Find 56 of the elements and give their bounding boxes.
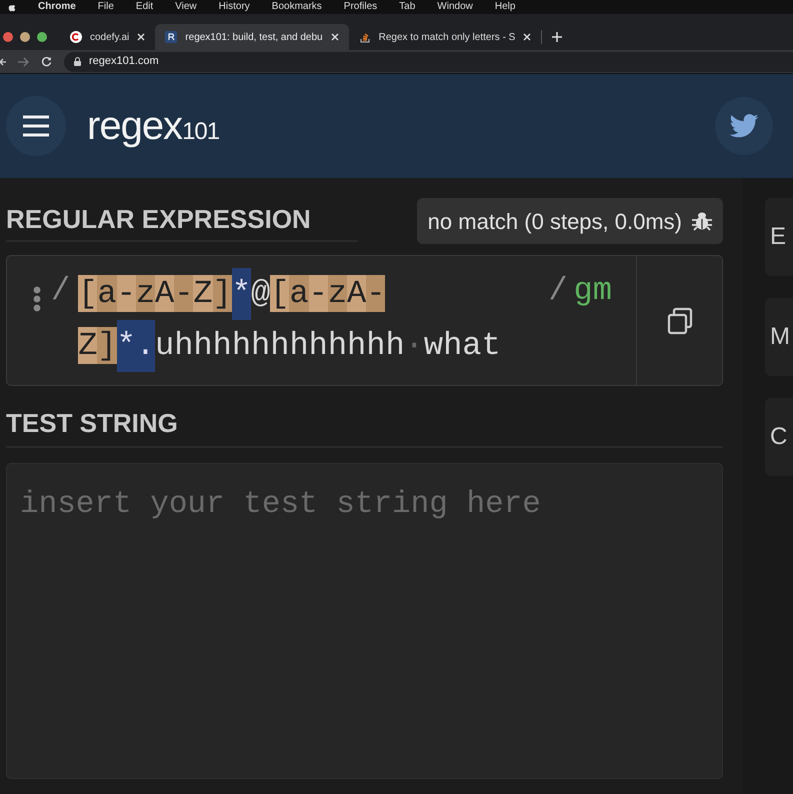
quantifier-token: * <box>232 268 252 320</box>
lock-icon <box>74 57 81 66</box>
menu-item[interactable]: Edit <box>136 2 154 12</box>
menu-item[interactable]: Window <box>437 2 473 12</box>
browser-tab[interactable]: regex101: build, test, and debu <box>155 24 349 50</box>
reload-icon[interactable] <box>41 56 52 67</box>
browser-tab[interactable]: codefy.ai <box>60 24 156 50</box>
copy-icon[interactable] <box>666 306 692 334</box>
url-text: regex101.com <box>89 54 159 70</box>
status-text: no match (0 steps, 0.0ms) <box>428 208 682 236</box>
site-logo[interactable]: regex101 <box>87 96 220 156</box>
menu-item[interactable]: History <box>218 2 250 12</box>
menu-item[interactable]: Tab <box>399 2 416 12</box>
menu-icon <box>23 115 49 137</box>
browser-tab[interactable]: Regex to match only letters - S <box>348 24 542 50</box>
regex-editor[interactable]: / [a-zA-Z]*@[a-zA- Z]*.uhhhhhhhhhhhh·what / gm <box>6 255 723 386</box>
stack-icon <box>358 31 371 43</box>
space-marker: · <box>404 326 424 366</box>
literal-token: uhhhhhhhhhhhh <box>155 326 405 366</box>
menu-item[interactable]: Help <box>494 2 516 12</box>
menu-item[interactable]: Profiles <box>344 2 378 12</box>
close-tab-icon[interactable] <box>137 33 146 41</box>
sidebar-card[interactable]: C <box>765 398 793 476</box>
r-logo-icon <box>165 31 178 43</box>
character-class-token: [a-zA- <box>270 274 386 314</box>
literal-token: @ <box>251 274 270 314</box>
sidebar-card[interactable]: E <box>765 198 793 276</box>
drag-handle-icon[interactable] <box>33 286 41 312</box>
menu-item[interactable]: Bookmarks <box>272 2 322 12</box>
character-class-token: Z] <box>78 326 117 366</box>
literal-token: what <box>424 326 501 366</box>
address-bar[interactable]: regex101.com <box>64 52 793 72</box>
app-menu[interactable]: Chrome <box>38 2 76 12</box>
apple-logo-icon[interactable] <box>8 2 16 12</box>
section-heading: REGULAR EXPRESSION <box>6 206 312 232</box>
regex-flags[interactable]: gm <box>574 274 612 314</box>
bug-icon[interactable] <box>692 211 712 231</box>
new-tab-icon[interactable] <box>552 32 562 42</box>
test-string-field[interactable]: insert your test string here <box>6 463 723 779</box>
section-heading: TEST STRING <box>6 410 179 436</box>
c-logo-icon <box>70 31 82 43</box>
close-tab-icon[interactable] <box>523 33 532 41</box>
tab-title: codefy.ai <box>90 30 130 44</box>
forward-arrow-icon[interactable] <box>18 56 29 66</box>
character-class-token: [a-zA-Z] <box>78 274 232 314</box>
tab-title: regex101: build, test, and debu <box>185 30 323 44</box>
regex-delimiter: / <box>51 274 70 311</box>
regex-delimiter: / <box>548 274 568 311</box>
menu-item[interactable]: View <box>175 2 197 12</box>
quantifier-token: *. <box>116 320 156 372</box>
sidebar-card[interactable]: M <box>765 298 793 376</box>
back-arrow-icon[interactable] <box>0 56 6 66</box>
tab-title: Regex to match only letters - S <box>378 30 516 44</box>
bird-icon <box>729 114 759 138</box>
close-tab-icon[interactable] <box>330 33 339 41</box>
menu-item[interactable]: File <box>98 2 114 12</box>
